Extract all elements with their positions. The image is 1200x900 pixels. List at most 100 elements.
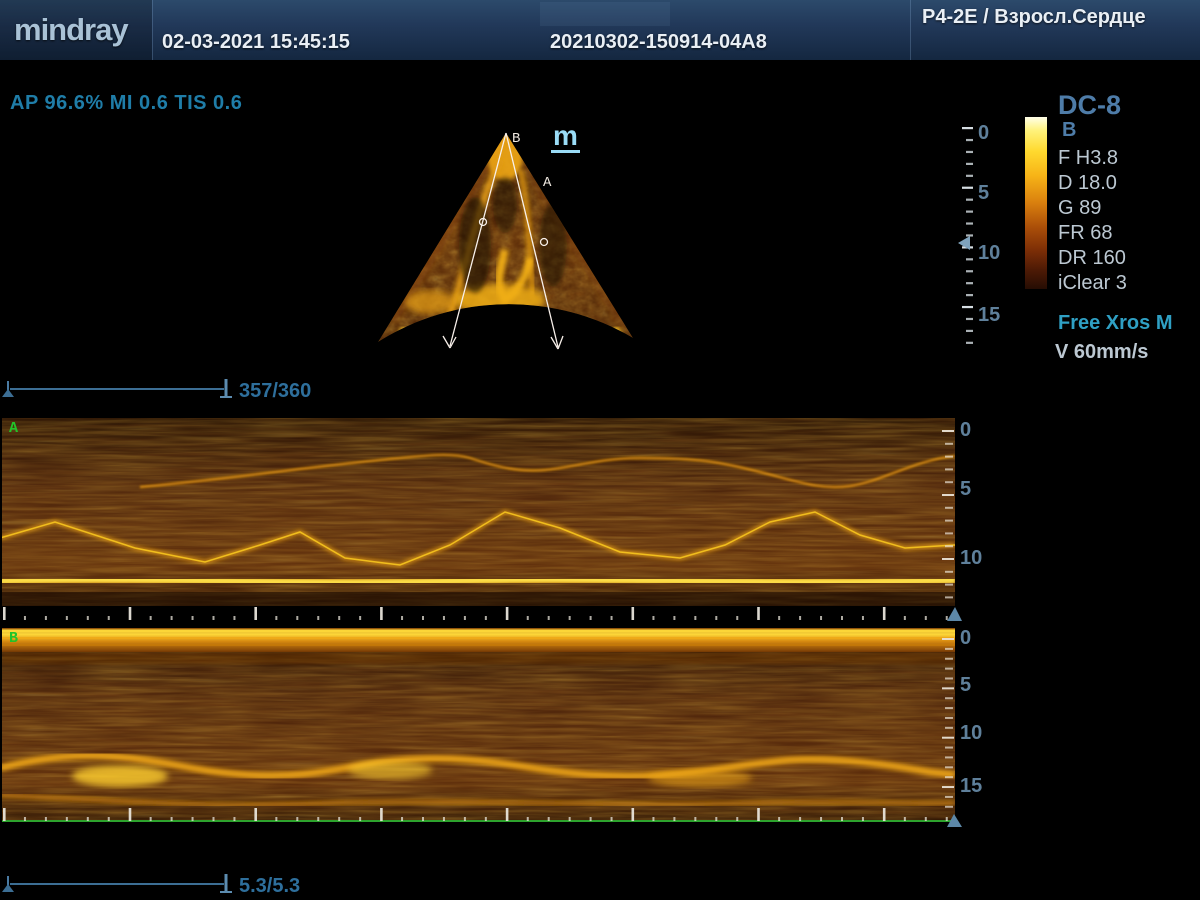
tick: [275, 616, 277, 620]
tick: [799, 616, 801, 620]
tick: [611, 616, 613, 620]
tick: [966, 199, 973, 201]
probe-preset[interactable]: P4-2E / Взросл.Сердце: [922, 6, 1146, 29]
tick: [799, 817, 801, 821]
tick: [443, 616, 445, 620]
tick: [942, 786, 954, 788]
param-gain: G 89: [1058, 196, 1127, 221]
tick: [946, 616, 948, 620]
tick: [422, 616, 424, 620]
topbar-divider: [152, 0, 153, 60]
tick: [548, 616, 550, 620]
tick: [942, 737, 954, 739]
tick: [945, 520, 953, 522]
tick: [192, 616, 194, 620]
tick: [24, 817, 26, 821]
tick: [862, 817, 864, 821]
tick: [945, 507, 953, 509]
mindray-logo: mindray: [14, 12, 128, 48]
tick: [590, 616, 592, 620]
panel-b-label: B: [9, 630, 18, 647]
tick: [485, 616, 487, 620]
tick: [966, 222, 973, 224]
tick: [296, 616, 298, 620]
mmode-trace-a: [0, 418, 955, 606]
tick: [966, 234, 973, 236]
acoustic-output-readout: AP 96.6% MI 0.6 TIS 0.6: [10, 92, 242, 115]
tick: [632, 607, 635, 620]
tick: [945, 806, 953, 808]
top-bar: mindray 02-03-2021 15:45:15 20210302-150…: [0, 0, 1200, 62]
tick: [192, 817, 194, 821]
tick: [652, 616, 654, 620]
tick: [945, 571, 953, 573]
tick: [569, 817, 571, 821]
tick: [66, 817, 68, 821]
topbar-divider: [910, 0, 911, 60]
time-progress-bar[interactable]: [2, 874, 232, 892]
tick: [962, 306, 973, 308]
exam-id: 20210302-150914-04A8: [550, 31, 767, 54]
tick: [652, 817, 654, 821]
param-depth: D 18.0: [1058, 171, 1127, 196]
tick: [962, 187, 973, 189]
tick: [45, 817, 47, 821]
tick: [942, 687, 954, 689]
tick: [945, 584, 953, 586]
tick: [296, 817, 298, 821]
tick: [757, 607, 760, 620]
tick: [129, 607, 132, 620]
tick: [317, 817, 319, 821]
tick: [942, 494, 954, 496]
tick: [778, 817, 780, 821]
tick: [945, 648, 953, 650]
tick: [380, 808, 383, 821]
grayscale-colorbar: [1025, 117, 1047, 289]
tick: [673, 616, 675, 620]
mmode-trace-b: [0, 628, 955, 821]
tick: [904, 616, 906, 620]
tick: [966, 258, 973, 260]
tick: [422, 817, 424, 821]
tick: [213, 616, 215, 620]
panel-a-label: A: [9, 420, 18, 437]
param-framerate: FR 68: [1058, 221, 1127, 246]
tick: [966, 270, 973, 272]
tick: [108, 817, 110, 821]
tick: [736, 616, 738, 620]
tick: [694, 616, 696, 620]
cine-progress-bar[interactable]: [2, 379, 232, 397]
tick: [820, 817, 822, 821]
mode-label: B: [1062, 119, 1076, 142]
tick: [275, 817, 277, 821]
tick: [233, 817, 235, 821]
tick: [841, 616, 843, 620]
tick: [317, 616, 319, 620]
tick: [380, 607, 383, 620]
tick: [942, 558, 954, 560]
tick: [945, 456, 953, 458]
tick: [171, 817, 173, 821]
mline-b-label: B: [512, 131, 520, 147]
tick: [108, 616, 110, 620]
tick: [694, 817, 696, 821]
tick: [464, 616, 466, 620]
free-xros-m-label: Free Xros M: [1058, 312, 1172, 335]
tick: [87, 616, 89, 620]
ultrasound-screen: mindray 02-03-2021 15:45:15 20210302-150…: [0, 0, 1200, 900]
tick: [632, 808, 635, 821]
topbar-highlight: [540, 2, 670, 26]
tick: [254, 808, 257, 821]
tick: [966, 139, 973, 141]
tick: [966, 163, 973, 165]
tick: [945, 796, 953, 798]
tick: [527, 817, 529, 821]
imaging-params: F H3.8 D 18.0 G 89 FR 68 DR 160 iClear 3: [1058, 146, 1127, 296]
frame-counter: 357/360: [239, 380, 311, 403]
time-counter: 5.3/5.3: [239, 875, 300, 898]
tick: [757, 808, 760, 821]
tick: [569, 616, 571, 620]
tick: [590, 817, 592, 821]
tick: [883, 607, 886, 620]
tick: [506, 607, 509, 620]
